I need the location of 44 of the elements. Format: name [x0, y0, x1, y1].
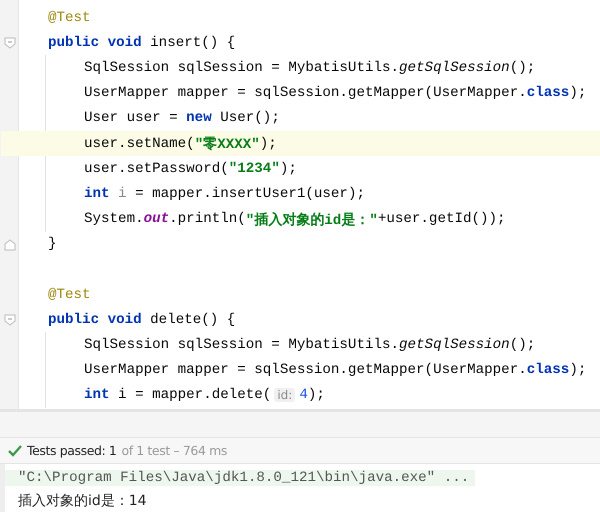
code-token: insert() { — [150, 34, 236, 51]
code-token: UserMapper mapper = sqlSession.getMapper(UserMapper. — [84, 85, 527, 102]
code-token: (); — [510, 60, 536, 76]
code-token: user.setPassword( — [84, 160, 229, 177]
code-token: getSqlSession — [399, 337, 510, 354]
code-token: int — [84, 186, 110, 202]
code-token: } — [48, 236, 57, 252]
code-token: +user.getId()); — [378, 211, 506, 228]
code-token: ); — [260, 136, 277, 152]
code-token: i = mapper.delete( — [117, 387, 272, 404]
code-token: user.setName( — [84, 136, 195, 152]
code-token: = mapper.insertUser1(user); — [134, 186, 365, 202]
code-token: ); — [280, 160, 297, 177]
code-token: int — [84, 387, 110, 404]
code-token: public void — [48, 312, 143, 328]
code-token: ); — [569, 362, 586, 378]
code-token: out — [144, 211, 170, 228]
code-token: id: — [274, 388, 296, 402]
code-token: "插入对象的id是：" — [246, 211, 378, 229]
code-token: ); — [569, 85, 586, 102]
code-token: public void — [48, 34, 143, 51]
code-token: "1234" — [228, 160, 280, 177]
code-token: class — [526, 362, 570, 378]
code-token: class — [526, 85, 570, 102]
code-token: "零XXXX" — [194, 136, 260, 154]
code-token: SqlSession sqlSession = MybatisUtils. — [84, 60, 400, 76]
code-token: i — [117, 186, 127, 202]
code-token: new — [186, 110, 212, 126]
code-token: delete() { — [150, 312, 236, 328]
code-annotation: @Test — [48, 10, 91, 26]
code-token: SqlSession sqlSession = MybatisUtils. — [84, 337, 400, 354]
code-token: User user = — [84, 110, 179, 126]
code-annotation: @Test — [48, 286, 91, 303]
code-token: 4 — [299, 387, 308, 404]
test-detail: of 1 test – 764 ms — [121, 443, 227, 458]
code-token: User(); — [219, 110, 280, 126]
code-token: UserMapper mapper = sqlSession.getMapper(UserMapper. — [84, 362, 527, 378]
code-token: System. — [84, 211, 144, 228]
test-summary: Tests passed: 1 — [27, 443, 116, 458]
code-token: ); — [308, 387, 325, 404]
code-token: .println( — [169, 211, 246, 228]
code-token: getSqlSession — [399, 60, 510, 76]
code-token: (); — [510, 337, 536, 354]
console-line: 插入对象的id是：14 — [18, 492, 147, 510]
